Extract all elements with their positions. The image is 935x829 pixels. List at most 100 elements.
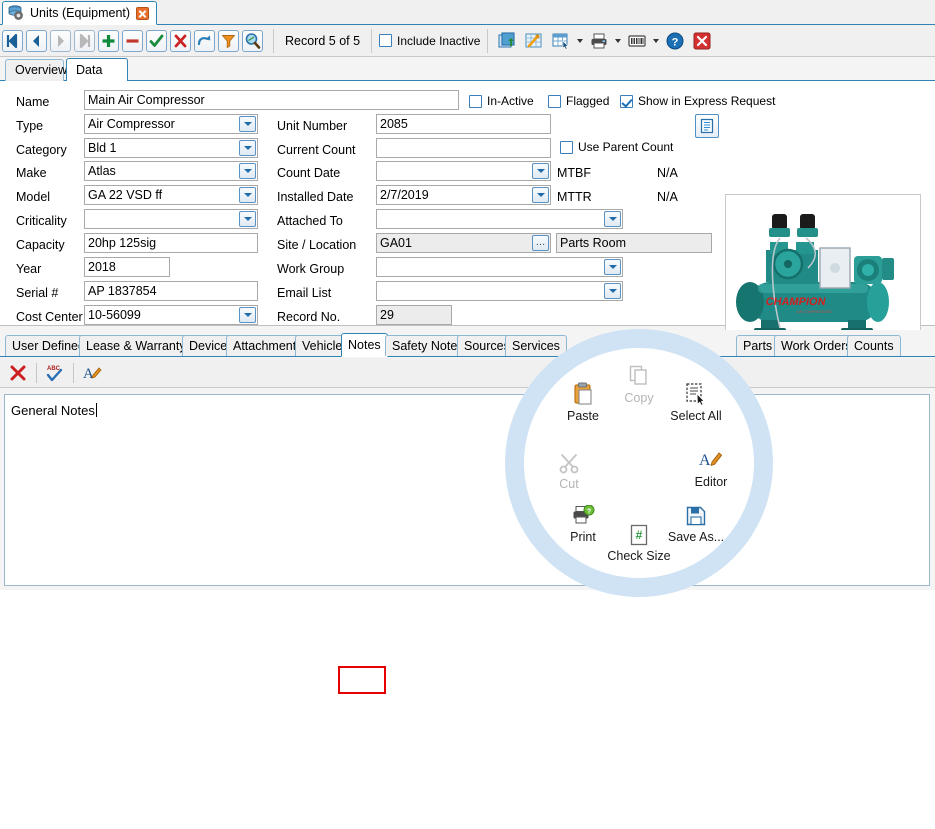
add-record-button[interactable] — [98, 29, 119, 52]
help-button[interactable]: ? — [663, 29, 687, 53]
show-in-express-request-box[interactable] — [620, 94, 633, 108]
flagged-box[interactable] — [548, 94, 561, 108]
radial-item-paste[interactable]: Paste — [540, 380, 626, 423]
make-value: Atlas — [88, 164, 116, 178]
model-field[interactable]: GA 22 VSD ff — [84, 185, 258, 205]
close-window-button[interactable] — [690, 29, 714, 53]
radial-label-cut: Cut — [559, 477, 579, 491]
chevron-down-icon[interactable] — [577, 38, 584, 43]
grid-tools-button[interactable] — [522, 29, 546, 53]
count-date-field[interactable] — [376, 161, 551, 181]
find-button[interactable] — [242, 29, 263, 52]
print-button[interactable] — [587, 29, 611, 53]
use-parent-count-checkbox[interactable]: Use Parent Count — [560, 140, 673, 154]
label-count-date: Count Date — [277, 166, 341, 180]
clear-notes-button[interactable] — [6, 361, 30, 385]
chevron-down-icon-2[interactable] — [615, 38, 622, 43]
year-field[interactable]: 2018 — [84, 257, 170, 277]
label-type: Type — [16, 119, 44, 133]
in-active-box[interactable] — [469, 94, 482, 108]
radial-label-check-size: Check Size — [607, 549, 671, 563]
save-record-button[interactable] — [146, 29, 167, 52]
work-group-field[interactable] — [376, 257, 623, 277]
attached-to-dropdown-button[interactable] — [604, 211, 621, 227]
type-dropdown-button[interactable] — [239, 116, 256, 132]
type-field[interactable]: Air Compressor — [84, 114, 258, 134]
label-capacity: Capacity — [16, 238, 65, 252]
site-location-field[interactable]: GA01 … — [376, 233, 551, 253]
location-name-field: Parts Room — [556, 233, 712, 253]
tab-lease-warranty[interactable]: Lease & Warranty — [79, 335, 193, 356]
in-active-label: In-Active — [487, 94, 534, 108]
show-in-express-request-checkbox[interactable]: Show in Express Request — [620, 94, 775, 108]
cost-center-dropdown-button[interactable] — [239, 307, 256, 323]
window-tab-units-equipment[interactable]: Units (Equipment) — [2, 1, 158, 25]
category-field[interactable]: Bld 1 — [84, 138, 258, 158]
tab-data-view[interactable]: Data View — [66, 58, 128, 100]
cost-center-field[interactable]: 10-56099 — [84, 305, 258, 325]
installed-date-field[interactable]: 2/7/2019 — [376, 185, 551, 205]
next-record-button[interactable] — [50, 29, 71, 52]
attached-to-field[interactable] — [376, 209, 623, 229]
chevron-down-icon-3[interactable] — [653, 38, 660, 43]
filter-button[interactable] — [218, 29, 239, 52]
include-inactive-checkbox[interactable]: Include Inactive — [379, 34, 480, 48]
notes-text: General Notes — [11, 403, 95, 418]
email-list-field[interactable] — [376, 281, 623, 301]
serial-field[interactable]: AP 1837854 — [84, 281, 258, 301]
notes-document-button[interactable] — [695, 114, 719, 138]
delete-record-button[interactable] — [122, 29, 143, 52]
spell-check-button[interactable]: ABC — [43, 361, 67, 385]
radial-label-editor: Editor — [694, 475, 728, 489]
export-grid-button[interactable] — [495, 29, 519, 53]
chevron-down-icon — [243, 217, 252, 221]
use-parent-count-box[interactable] — [560, 140, 573, 154]
general-notes-textarea[interactable]: General Notes — [4, 394, 930, 586]
criticality-field[interactable] — [84, 209, 258, 229]
make-field[interactable]: Atlas — [84, 161, 258, 181]
radial-item-select-all[interactable]: Select All — [653, 380, 739, 423]
refresh-button[interactable] — [194, 29, 215, 52]
tab-parts[interactable]: Parts — [736, 335, 780, 356]
radial-menu-panel: Copy Paste Select All Cut A Editor ? Pri… — [524, 348, 754, 578]
model-dropdown-button[interactable] — [239, 187, 256, 203]
current-count-field[interactable] — [376, 138, 551, 158]
last-record-button[interactable] — [74, 29, 95, 52]
first-record-button[interactable] — [2, 29, 23, 52]
include-inactive-label: Include Inactive — [397, 33, 481, 48]
capacity-field[interactable]: 20hp 125sig — [84, 233, 258, 253]
tab-services[interactable]: Services — [505, 335, 567, 356]
chevron-down-icon — [243, 146, 252, 150]
criticality-dropdown-button[interactable] — [239, 211, 256, 227]
tab-work-orders[interactable]: Work Orders — [774, 335, 859, 356]
category-dropdown-button[interactable] — [239, 140, 256, 156]
close-icon[interactable] — [136, 6, 150, 20]
include-inactive-box[interactable] — [379, 34, 393, 47]
radial-item-save-as[interactable]: Save As... — [653, 501, 739, 544]
tab-counts[interactable]: Counts — [847, 335, 901, 356]
installed-date-dropdown-button[interactable] — [532, 187, 549, 203]
flagged-checkbox[interactable]: Flagged — [548, 94, 609, 108]
work-group-dropdown-button[interactable] — [604, 259, 621, 275]
save-as-icon — [653, 501, 739, 527]
notes-toolbar-divider — [36, 362, 37, 383]
radial-item-editor[interactable]: A Editor — [668, 446, 754, 489]
site-location-browse-button[interactable]: … — [532, 235, 549, 251]
email-list-dropdown-button[interactable] — [604, 283, 621, 299]
barcode-button[interactable] — [625, 29, 649, 53]
name-field[interactable]: Main Air Compressor — [84, 90, 459, 110]
tab-notes[interactable]: Notes — [341, 333, 388, 357]
format-text-button[interactable]: A — [80, 361, 104, 385]
select-columns-button[interactable] — [549, 29, 573, 53]
tab-overview[interactable]: Overview — [5, 59, 67, 81]
cancel-record-button[interactable] — [170, 29, 191, 52]
unit-number-field[interactable]: 2085 — [376, 114, 551, 134]
toolbar-divider-2 — [371, 28, 373, 53]
svg-text:A: A — [699, 452, 711, 469]
red-x-icon — [10, 365, 26, 380]
make-dropdown-button[interactable] — [239, 163, 256, 179]
count-date-dropdown-button[interactable] — [532, 163, 549, 179]
previous-record-button[interactable] — [26, 29, 47, 52]
label-model: Model — [16, 190, 51, 204]
in-active-checkbox[interactable]: In-Active — [469, 94, 534, 108]
